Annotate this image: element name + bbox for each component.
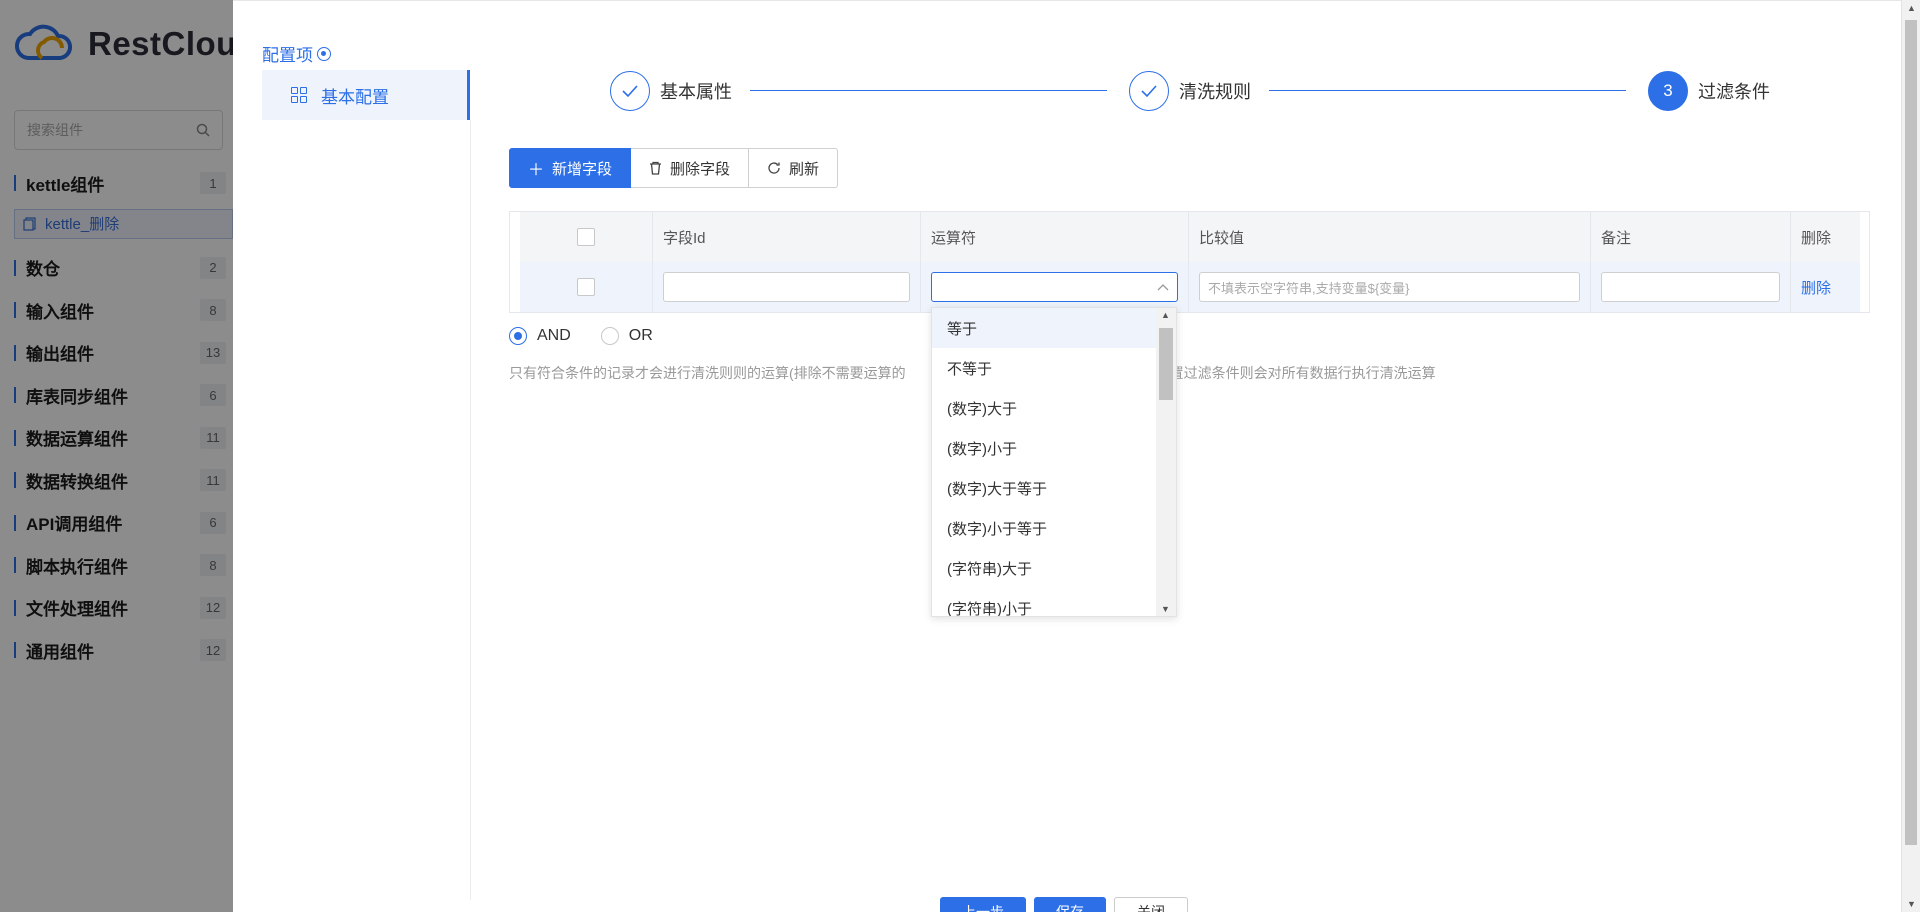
step-number: 3 [1648,71,1688,111]
header-operator: 运算符 [921,212,1189,262]
hint-left: 只有符合条件的记录才会进行清洗则则的运算(排除不需要运算的 [509,365,906,381]
option-not-equal[interactable]: 不等于 [932,348,1158,388]
refresh-label: 刷新 [789,160,820,178]
check-icon [1129,71,1169,111]
filter-table: 字段Id 运算符 比较值 备注 删除 不填表示空字符串,支持变量${变量} 删除 [509,211,1870,313]
modal-overlay[interactable] [0,0,233,912]
table-row: 不填表示空字符串,支持变量${变量} 删除 [520,262,1860,312]
chevron-up-icon [1157,284,1169,291]
step-label: 清洗规则 [1179,82,1251,102]
footer-buttons: 上一步 保存 关闭 [940,897,1188,912]
note-input[interactable] [1601,272,1780,302]
or-radio[interactable] [600,327,619,345]
trash-icon [650,161,662,175]
dropdown-scrollbar[interactable]: ▲ ▼ [1156,308,1176,616]
scroll-down-icon[interactable]: ▼ [1907,899,1916,909]
delete-row-link[interactable]: 删除 [1801,277,1831,298]
save-button[interactable]: 保存 [1034,897,1106,912]
operator-select[interactable] [931,272,1178,302]
option-str-gt[interactable]: (字符串)大于 [932,548,1158,588]
step-basic-attributes[interactable]: 基本属性 [610,70,732,112]
option-num-lte[interactable]: (数字)小于等于 [932,508,1158,548]
or-label: OR [628,327,653,344]
add-field-button[interactable]: ＋ 新增字段 [509,148,632,188]
refresh-icon [768,162,780,174]
plus-icon: ＋ [528,162,545,179]
table-header: 字段Id 运算符 比较值 备注 删除 [520,212,1860,262]
header-note: 备注 [1591,212,1791,262]
scrollbar-thumb[interactable] [1159,328,1173,400]
step-label: 基本属性 [660,82,732,102]
select-all-checkbox[interactable] [577,228,595,246]
header-compare-value: 比较值 [1189,212,1591,262]
delete-field-button[interactable]: 删除字段 [631,148,750,188]
field-id-input[interactable] [663,272,910,302]
and-label: AND [537,327,571,344]
option-num-gte[interactable]: (数字)大于等于 [932,468,1158,508]
option-num-lt[interactable]: (数字)小于 [932,428,1158,468]
header-field-id: 字段Id [653,212,921,262]
hint-right: 配置过滤条件则会对所有数据行执行清洗运算 [1155,365,1436,381]
logic-radio-group: AND OR [509,327,683,345]
step-cleaning-rules[interactable]: 清洗规则 [1129,70,1251,112]
steps: 基本属性 清洗规则 3 过滤条件 [610,70,1770,112]
menu-item-label: 基本配置 [321,87,389,107]
option-equal[interactable]: 等于 [932,308,1158,348]
compare-value-input[interactable]: 不填表示空字符串,支持变量${变量} [1199,272,1580,302]
row-checkbox[interactable] [577,278,595,296]
operator-dropdown: 等于 不等于 (数字)大于 (数字)小于 (数字)大于等于 (数字)小于等于 (… [931,307,1177,617]
option-str-lt[interactable]: (字符串)小于 [932,588,1158,617]
scroll-down-icon[interactable]: ▼ [1161,604,1170,614]
target-icon [317,46,331,61]
close-button[interactable]: 关闭 [1114,897,1188,912]
option-num-gt[interactable]: (数字)大于 [932,388,1158,428]
divider [470,120,471,900]
delete-field-label: 删除字段 [670,160,731,178]
scroll-up-icon[interactable]: ▲ [1161,310,1170,320]
config-title: 配置项 [262,41,331,66]
refresh-button[interactable]: 刷新 [749,148,839,188]
step-filter-conditions[interactable]: 3 过滤条件 [1648,70,1770,112]
config-title-text: 配置项 [262,46,313,65]
menu-item-basic-config[interactable]: 基本配置 [262,70,470,120]
header-delete: 删除 [1801,229,1832,247]
step-connector [1269,90,1626,91]
add-field-label: 新增字段 [552,160,613,178]
grid-icon [291,87,307,103]
check-icon [610,71,650,111]
scrollbar-thumb[interactable] [1905,20,1917,845]
prev-step-button[interactable]: 上一步 [940,897,1026,912]
page-scrollbar[interactable]: ▲ ▼ [1901,0,1920,912]
step-label: 过滤条件 [1698,82,1770,102]
step-connector [750,90,1107,91]
config-drawer: 配置项 基本配置 基本属性 清洗规则 3 过滤条件 ＋ 新增字段 删除字段 刷新… [233,0,1901,912]
and-radio[interactable] [509,327,527,345]
scroll-up-icon[interactable]: ▲ [1907,3,1916,13]
field-toolbar: ＋ 新增字段 删除字段 刷新 [509,148,839,188]
